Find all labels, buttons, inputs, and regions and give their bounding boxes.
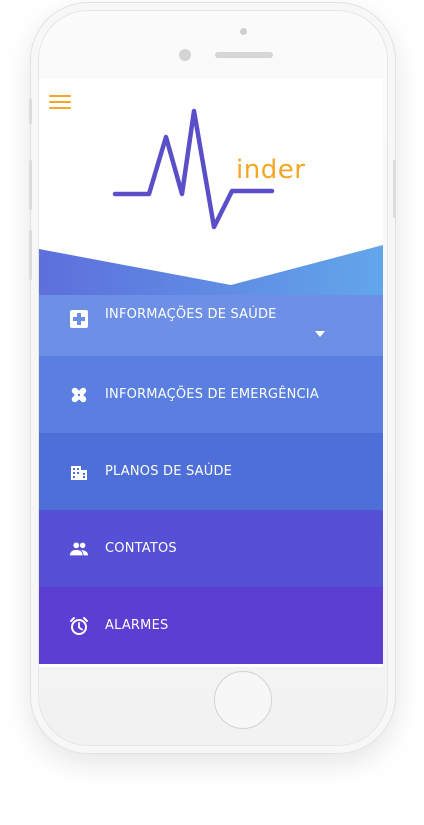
menu-item-label: ALARMES: [105, 618, 169, 633]
medical-plus-icon: [69, 309, 89, 329]
earpiece-speaker: [215, 52, 273, 58]
menu-item-label: INFORMAÇÕES DE EMERGÊNCIA: [105, 387, 319, 402]
menu-item-emergency-info[interactable]: INFORMAÇÕES DE EMERGÊNCIA: [39, 356, 383, 433]
front-sensor: [240, 28, 247, 35]
volume-down-button: [29, 230, 32, 280]
hospital-building-icon: [69, 462, 89, 482]
menu-item-health-plans[interactable]: PLANOS DE SAÚDE: [39, 433, 383, 510]
alarm-clock-icon: [69, 616, 89, 636]
menu-item-alarms[interactable]: ALARMES: [39, 587, 383, 664]
app-screen: inder INFORMAÇÕES DE SAÚDE INFORMAÇÕES D…: [39, 79, 383, 667]
hamburger-menu-icon[interactable]: [49, 95, 71, 113]
bandage-icon: [69, 385, 89, 405]
home-button[interactable]: [214, 671, 272, 729]
logo-text: inder: [236, 155, 306, 185]
mute-switch: [29, 98, 32, 124]
power-button: [393, 160, 396, 218]
header-wave: [39, 245, 383, 297]
menu-item-label: CONTATOS: [105, 541, 177, 556]
volume-up-button: [29, 160, 32, 210]
people-icon: [69, 539, 89, 559]
chevron-down-icon[interactable]: [315, 331, 325, 337]
menu-item-label: PLANOS DE SAÚDE: [105, 464, 233, 479]
front-camera: [179, 49, 191, 61]
menu-item-contacts[interactable]: CONTATOS: [39, 510, 383, 587]
side-menu: INFORMAÇÕES DE SAÚDE INFORMAÇÕES DE EMER…: [39, 295, 383, 664]
menu-item-label: INFORMAÇÕES DE SAÚDE: [105, 307, 277, 322]
menu-item-health-info[interactable]: INFORMAÇÕES DE SAÚDE: [39, 295, 383, 356]
